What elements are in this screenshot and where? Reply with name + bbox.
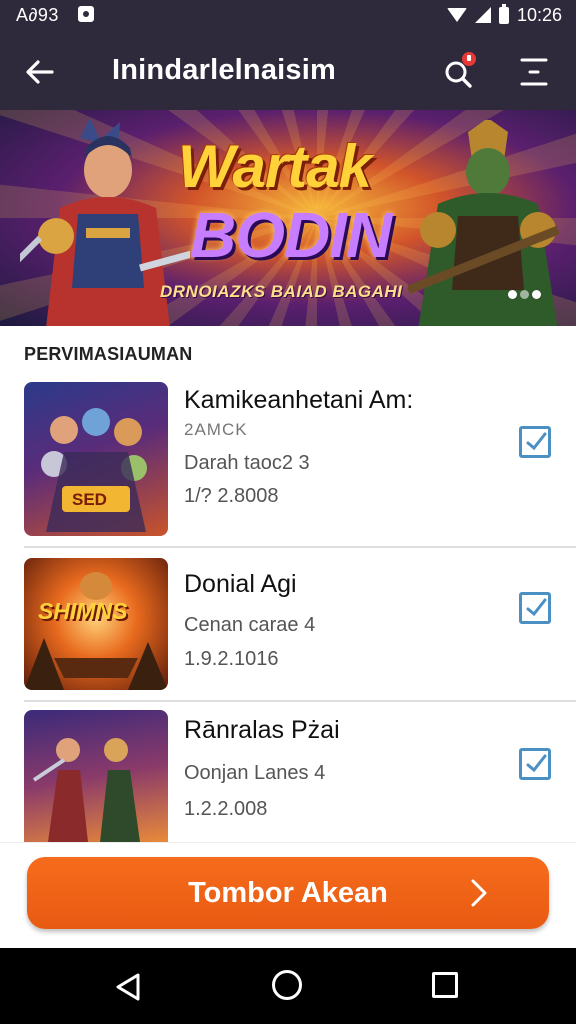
status-bar: A∂93 10:26: [0, 0, 576, 32]
game-thumbnail: SED: [24, 382, 168, 536]
status-time: A∂93: [16, 5, 59, 25]
item-checkbox[interactable]: [519, 426, 551, 458]
checkmark-icon: [526, 432, 547, 451]
list-item[interactable]: SHIMNS Donial Agi Cenan carae 4 1.9.2.10…: [0, 548, 576, 702]
carousel-dot: [508, 290, 517, 299]
game-thumbnail: SHIMNS: [24, 558, 168, 690]
notification-badge: [462, 52, 476, 66]
nav-home-icon[interactable]: [272, 970, 302, 1000]
status-icons: 10:26: [446, 3, 562, 26]
system-nav-bar: [0, 948, 576, 1024]
bottom-action-area: Tombor Akean: [0, 842, 576, 948]
banner-subtitle: DRNOIAZKS BAIAD BAGAHI: [160, 282, 403, 301]
app-bar: Inindarlelnaisim: [0, 32, 576, 110]
featured-banner[interactable]: Wartak BODIN DRNOIAZKS BAIAD BAGAHI: [0, 110, 576, 326]
item-version: 1.9.2.1016: [184, 648, 279, 670]
item-version: 1.2.2.008: [184, 798, 268, 820]
section-heading: PERVIMASIAUMAN: [24, 344, 193, 364]
carousel-indicator: [508, 290, 541, 299]
item-category: Oonjan Lanes 4: [184, 762, 326, 784]
menu-button[interactable]: [516, 52, 552, 92]
game-thumbnail: [24, 710, 168, 842]
nav-recents-icon[interactable]: [432, 972, 458, 998]
nav-back-icon[interactable]: [114, 972, 142, 1002]
item-checkbox[interactable]: [519, 592, 551, 624]
wifi-icon: [446, 8, 467, 22]
search-button[interactable]: [440, 52, 480, 92]
hero-warrior-right-image: [408, 120, 560, 326]
list-item[interactable]: SED Kamikeanhetani Am: 2AMCK Darah taoc2…: [0, 370, 576, 548]
chevron-right-icon: [471, 879, 487, 907]
primary-action-button[interactable]: Tombor Akean: [27, 857, 549, 929]
item-checkbox[interactable]: [519, 748, 551, 780]
signal-icon: [474, 7, 491, 23]
banner-title-line1: Wartak: [178, 133, 372, 200]
thumbnail-logo: SED: [72, 490, 107, 509]
checkmark-icon: [526, 598, 547, 617]
item-category: Darah taoc2 3: [184, 452, 310, 474]
item-category: Cenan carae 4: [184, 614, 316, 636]
thumbnail-logo: SHIMNS: [38, 598, 128, 624]
list-item[interactable]: Rānralas Pżai Oonjan Lanes 4 1.2.2.008: [0, 702, 576, 842]
page-title: Inindarlelnaisim: [112, 54, 336, 86]
item-title: Rānralas Pżai: [184, 716, 340, 744]
item-title: Kamikeanhetani Am:: [184, 386, 414, 414]
item-version: 1/? 2.8008: [184, 485, 279, 507]
carousel-dot: [532, 290, 541, 299]
battery-icon: [498, 3, 509, 24]
item-subtitle: 2AMCK: [184, 420, 248, 439]
back-arrow-icon[interactable]: [22, 54, 58, 90]
carousel-dot: [520, 290, 529, 299]
banner-title-line2: BODIN: [190, 199, 392, 271]
checkmark-icon: [526, 754, 547, 773]
item-title: Donial Agi: [184, 570, 297, 598]
menu-icon: [520, 58, 548, 86]
notification-icon: [78, 6, 94, 22]
status-battery-text: 10:26: [516, 4, 562, 25]
